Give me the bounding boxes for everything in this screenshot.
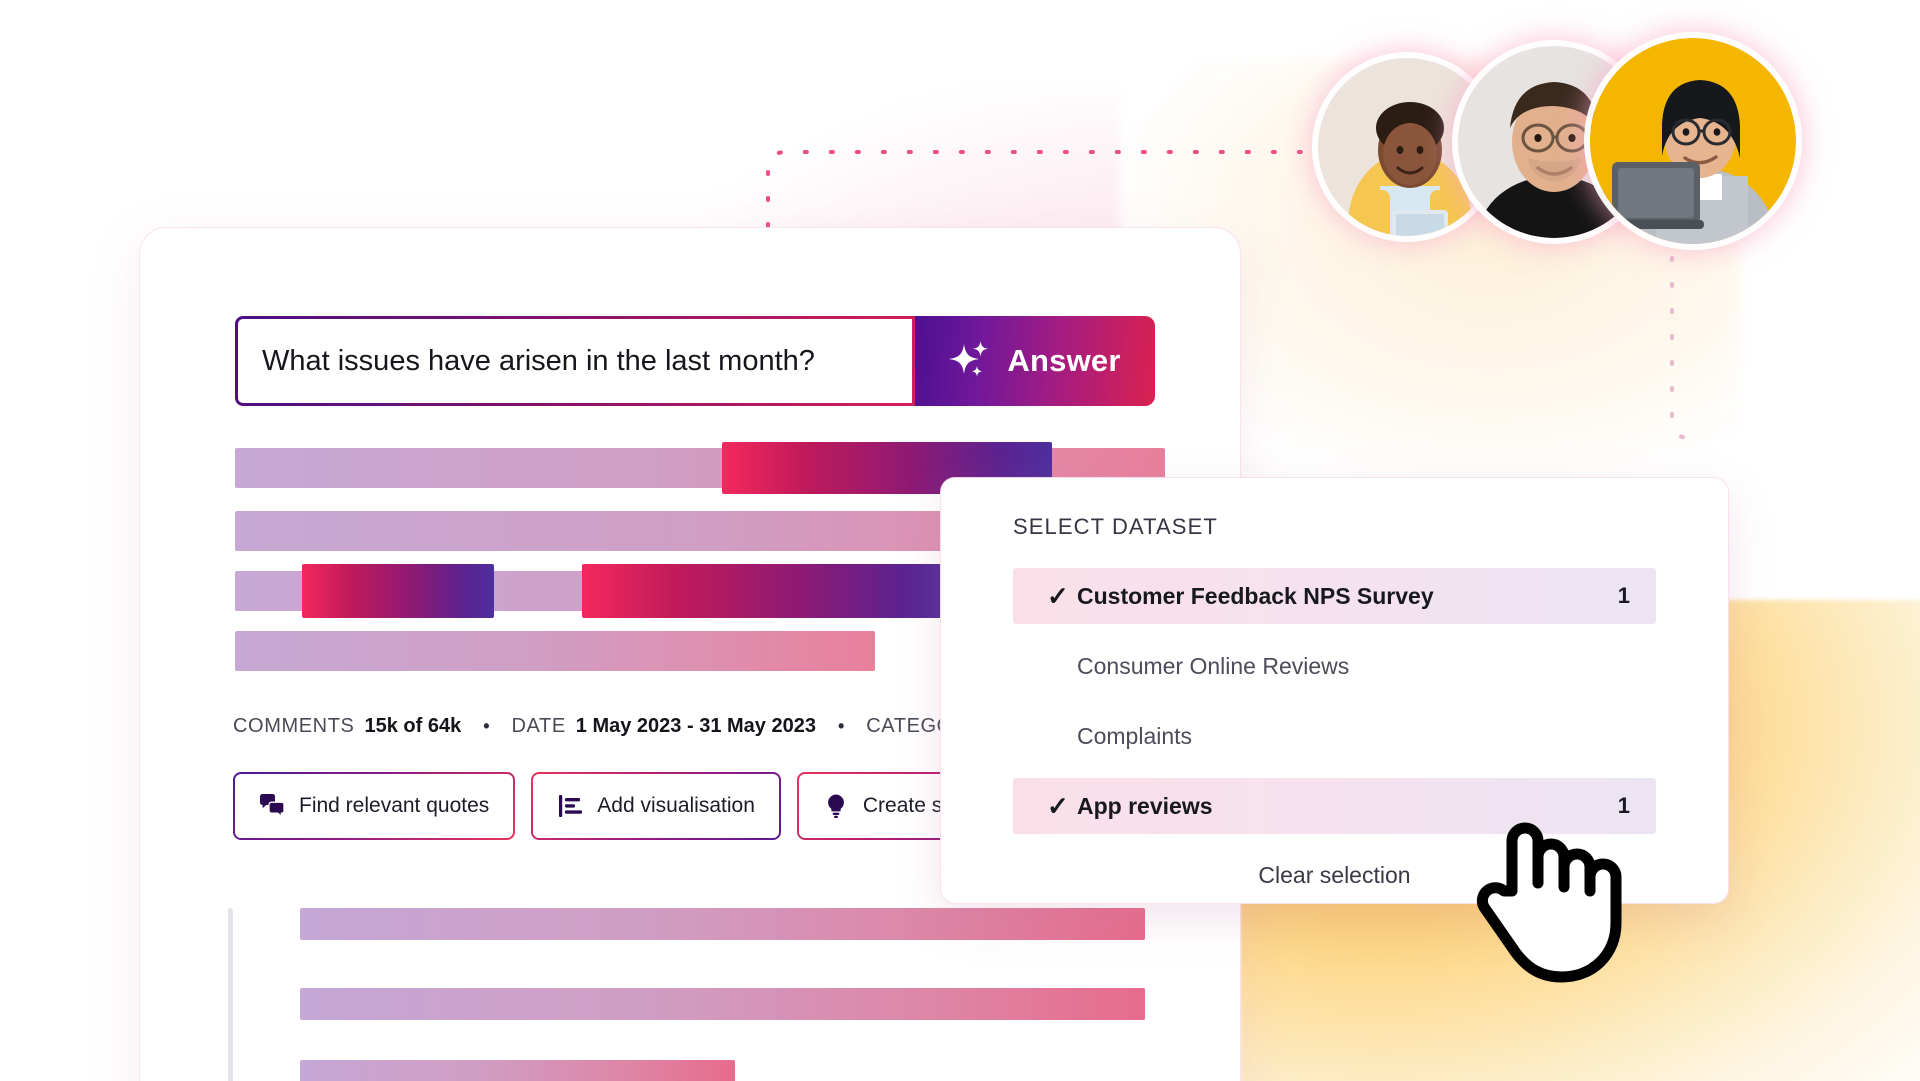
question-input[interactable]: [238, 319, 912, 403]
bottom-skeleton-bar-2: [300, 988, 1145, 1020]
row-spacer: [941, 624, 1728, 638]
find-relevant-quotes-label: Find relevant quotes: [299, 794, 490, 817]
hand-pointer-cursor: [1472, 795, 1637, 985]
bar-chart-icon: [557, 793, 583, 819]
dataset-name: Complaints: [1077, 722, 1193, 749]
speech-bubbles-icon: [259, 793, 285, 819]
skeleton-highlight-3a: [302, 564, 494, 618]
check-icon: ✓: [1047, 791, 1069, 821]
dataset-name: Consumer Online Reviews: [1077, 652, 1350, 679]
skeleton-highlight-3b: [582, 564, 962, 618]
dataset-row-customer-feedback-nps-survey[interactable]: ✓ Customer Feedback NPS Survey 1: [1013, 568, 1656, 624]
check-icon: ✓: [1047, 581, 1069, 611]
skeleton-bar-row-4: [235, 631, 875, 671]
avatar-person-3: [1590, 38, 1796, 244]
meta-separator-1: •: [483, 716, 490, 736]
answer-button-label: Answer: [1007, 343, 1121, 378]
dataset-row-complaints[interactable]: Complaints: [1013, 708, 1656, 764]
bottom-skeleton-bar-3: [300, 1060, 735, 1081]
result-metadata: COMMENTS 15k of 64k • DATE 1 May 2023 - …: [233, 715, 981, 738]
lightbulb-icon: [823, 793, 849, 819]
bottom-skeleton-bar-1: [300, 908, 1145, 940]
screenshot-root: Answer COMMENTS 15k of 64k • DATE 1 May …: [0, 0, 1920, 1081]
dataset-name: Customer Feedback NPS Survey: [1077, 582, 1434, 609]
avatar-group: [1318, 38, 1796, 258]
comments-value: 15k of 64k: [364, 715, 462, 737]
ask-bar: Answer: [235, 316, 1155, 406]
date-value: 1 May 2023 - 31 May 2023: [575, 715, 816, 737]
action-chip-group: Find relevant quotes Add visualisation C…: [233, 772, 1044, 840]
answer-button[interactable]: Answer: [915, 316, 1155, 406]
meta-separator-2: •: [837, 716, 845, 736]
dataset-count: 1: [1617, 583, 1630, 608]
row-spacer: [941, 694, 1728, 708]
bottom-list-rail: [228, 908, 233, 1081]
sparkle-icon: [949, 339, 993, 383]
comments-label: COMMENTS: [233, 715, 355, 737]
add-visualisation-button[interactable]: Add visualisation: [531, 772, 781, 840]
find-relevant-quotes-button[interactable]: Find relevant quotes: [233, 772, 515, 840]
question-input-wrapper: [235, 316, 915, 406]
add-visualisation-label: Add visualisation: [597, 794, 755, 817]
date-label: DATE: [511, 715, 566, 737]
dataset-row-consumer-online-reviews[interactable]: Consumer Online Reviews: [1013, 638, 1656, 694]
row-spacer: [941, 764, 1728, 778]
select-dataset-title: SELECT DATASET: [1013, 514, 1218, 539]
